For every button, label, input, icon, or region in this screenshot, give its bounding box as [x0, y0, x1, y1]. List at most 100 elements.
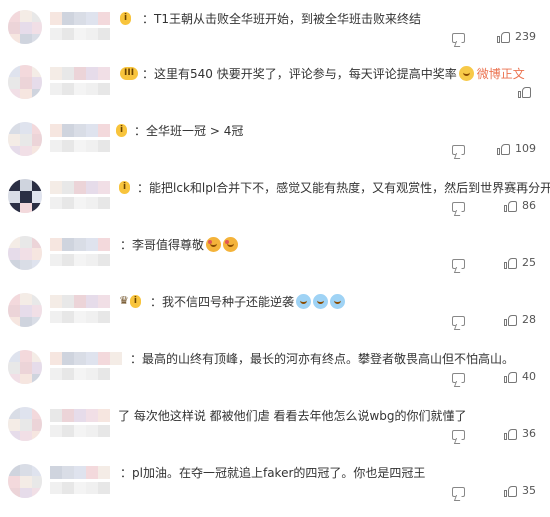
blur-pixel	[62, 238, 74, 251]
comment-row: ：pl加油。在夺一冠就追上faker的四冠了。你也是四冠王 35	[0, 454, 550, 512]
username-blurred[interactable]	[50, 409, 118, 422]
avatar-pixel	[32, 419, 42, 431]
username-blurred[interactable]	[50, 295, 118, 308]
avatar-pixel	[8, 65, 20, 77]
like-button[interactable]	[518, 85, 536, 98]
username-blurred[interactable]	[50, 12, 120, 25]
reply-icon[interactable]	[452, 487, 465, 497]
like-button[interactable]: 40	[504, 370, 536, 383]
weibo-post-link[interactable]: 微博正文	[477, 67, 525, 81]
avatar-pixel	[20, 293, 32, 305]
comment-body: T1王朝从击败全华班开始，到被全华班击败来终结	[154, 12, 421, 26]
blur-pixel	[86, 197, 98, 209]
like-button[interactable]: 35	[504, 484, 536, 497]
comment-row: III ：这里有540 快要开奖了，评论参与，每天评论提高中奖率 微博正文	[0, 55, 550, 113]
username-blurred[interactable]	[50, 238, 120, 251]
like-button[interactable]: 36	[504, 427, 536, 440]
avatar-pixel	[32, 191, 42, 203]
avatar-pixel	[20, 362, 32, 374]
reply-icon[interactable]	[452, 316, 465, 326]
comment-body: 全华班一冠 > 4冠	[146, 124, 244, 138]
reply-icon[interactable]	[452, 373, 465, 383]
blur-pixel	[74, 482, 86, 494]
avatar[interactable]	[8, 236, 42, 270]
avatar-pixel	[32, 179, 42, 191]
level-badge: i	[129, 294, 141, 308]
reply-icon[interactable]	[452, 145, 465, 155]
blur-pixel	[50, 181, 62, 194]
like-button[interactable]: 239	[497, 30, 536, 43]
reply-icon[interactable]	[452, 259, 465, 269]
avatar-pixel	[32, 476, 42, 488]
thumb-up-icon	[504, 256, 518, 269]
blur-pixel	[50, 254, 62, 266]
comment-body: 了 每次他这样说 都被他们虐 看看去年他怎么说wbg的你们就懂了	[118, 409, 467, 423]
timestamp-blurred	[50, 83, 110, 95]
avatar-pixel	[20, 179, 32, 191]
avatar-pixel	[20, 89, 32, 99]
like-button[interactable]: 109	[497, 142, 536, 155]
username-blurred[interactable]	[50, 466, 120, 479]
comment-row: i ：能把lck和lpl合并下不，感觉又能有热度，又有观赏性，然后到世界赛再分开…	[0, 169, 550, 227]
thumb-up-icon	[504, 313, 518, 326]
avatar-pixel	[20, 476, 32, 488]
avatar[interactable]	[8, 65, 42, 99]
avatar[interactable]	[8, 179, 42, 213]
avatar-pixel	[20, 10, 32, 22]
blur-pixel	[50, 28, 62, 40]
avatar-pixel	[20, 419, 32, 431]
thumb-up-icon	[497, 30, 511, 43]
blur-pixel	[50, 425, 62, 437]
blur-pixel	[62, 12, 74, 25]
avatar-pixel	[8, 476, 20, 488]
username-blurred[interactable]	[50, 352, 130, 365]
blur-pixel	[62, 311, 74, 323]
avatar-pixel	[8, 34, 20, 44]
blur-pixel	[50, 124, 62, 137]
blur-pixel	[74, 28, 86, 40]
blur-pixel	[62, 67, 74, 80]
avatar[interactable]	[8, 10, 42, 44]
comment-row: ♛ i ：我不信四号种子还能逆袭 28	[0, 283, 550, 341]
comment-row: i ：全华班一冠 > 4冠 109	[0, 112, 550, 170]
blur-pixel	[50, 368, 62, 380]
avatar-pixel	[8, 407, 20, 419]
comment-body: 这里有540 快要开奖了，评论参与，每天评论提高中奖率	[154, 67, 457, 81]
avatar[interactable]	[8, 293, 42, 327]
blur-pixel	[86, 482, 98, 494]
like-button[interactable]: 86	[504, 199, 536, 212]
like-button[interactable]: 28	[504, 313, 536, 326]
blur-pixel	[62, 140, 74, 152]
blur-pixel	[98, 295, 110, 308]
avatar-pixel	[32, 293, 42, 305]
blur-pixel	[62, 254, 74, 266]
blur-pixel	[98, 197, 110, 209]
avatar[interactable]	[8, 350, 42, 384]
reply-icon[interactable]	[452, 202, 465, 212]
blur-pixel	[86, 12, 98, 25]
username-blurred[interactable]	[50, 67, 120, 80]
avatar[interactable]	[8, 464, 42, 498]
avatar-pixel	[32, 77, 42, 89]
blur-pixel	[62, 482, 74, 494]
comment-body: 能把lck和lpl合并下不，感觉又能有热度，又有观赏性，然后到世界赛再分开	[149, 181, 550, 195]
comment-text: ：李哥值得尊敬	[120, 236, 239, 254]
laugh-cry-emoji-icon	[313, 294, 329, 309]
comment-row: ：最高的山终有顶峰，最长的河亦有终点。攀登者敬畏高山但不怕高山。 40	[0, 340, 550, 398]
avatar-pixel	[8, 191, 20, 203]
reply-icon[interactable]	[452, 33, 465, 43]
blur-pixel	[50, 295, 62, 308]
reply-icon[interactable]	[452, 430, 465, 440]
avatar[interactable]	[8, 407, 42, 441]
username-blurred[interactable]	[50, 124, 115, 137]
blur-pixel	[62, 425, 74, 437]
username-blurred[interactable]	[50, 181, 118, 194]
avatar[interactable]	[8, 122, 42, 156]
avatar-pixel	[20, 248, 32, 260]
blur-pixel	[86, 67, 98, 80]
like-count: 36	[522, 427, 536, 440]
avatar-pixel	[32, 236, 42, 248]
avatar-pixel	[20, 134, 32, 146]
avatar-pixel	[32, 305, 42, 317]
like-button[interactable]: 25	[504, 256, 536, 269]
